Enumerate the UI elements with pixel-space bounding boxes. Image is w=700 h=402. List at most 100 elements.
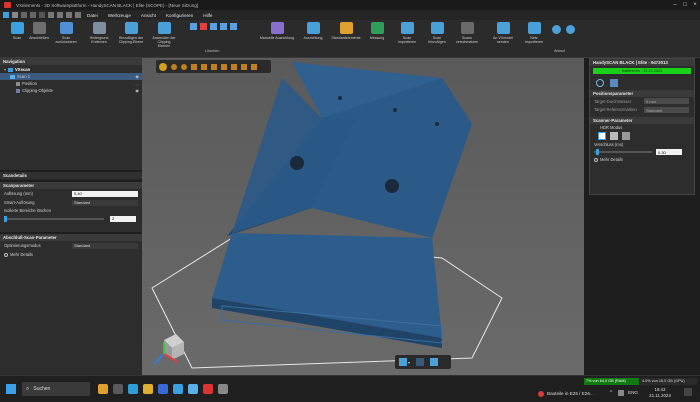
target-diameter-select[interactable]: 6 mm [644,98,689,104]
delete-tool-icon[interactable] [210,23,217,30]
view-icon[interactable] [399,358,407,366]
close-icon[interactable]: × [690,2,700,8]
vxelements-icon[interactable] [203,384,213,394]
resolution-input[interactable]: 0,40 [72,190,138,197]
radio-icon[interactable] [4,252,8,257]
app-icon[interactable] [173,384,183,394]
clock-time[interactable]: 18:43 [646,387,674,392]
shading-icon[interactable] [416,358,425,366]
clock-date[interactable]: 21.11.2023 [646,393,674,398]
holes-slider[interactable] [4,215,104,222]
save-icon[interactable] [12,12,18,18]
target-icon[interactable] [596,79,604,87]
manual-alignment-button[interactable]: Manuelle Ausrichtung [254,22,300,40]
measurement-button[interactable]: Messung [360,22,394,40]
tree-root[interactable]: ▾ VXscan [0,66,142,73]
delete-tool-icon[interactable] [220,23,227,30]
slider-handle[interactable] [4,215,7,222]
start-icon[interactable] [6,384,16,394]
toolbar-icon[interactable] [66,12,72,18]
delete-tool-icon[interactable] [190,23,197,30]
more-details-row[interactable]: Mehr Details [590,156,694,163]
search-box[interactable]: ⌕ Suchen [22,382,90,396]
toolbar-icon[interactable] [48,12,54,18]
add-scan-button[interactable]: Scan hinzufügen [420,22,454,44]
select-icon[interactable] [231,63,237,70]
select-icon[interactable] [211,63,217,70]
quick-access-icon[interactable] [3,12,9,18]
select-icon[interactable] [181,63,187,70]
apply-clipping-button[interactable]: Anwenden der Clipping Ebenen [147,22,181,49]
dropdown-icon[interactable] [39,12,45,18]
chevron-down-icon[interactable]: ▾ [408,360,410,365]
send-vxmodel-button[interactable]: An VXmodel senden [486,22,520,44]
notifications-icon[interactable] [684,388,692,396]
workflow-icon[interactable] [552,25,561,34]
target-ref-select[interactable]: Standard [644,107,689,113]
scanner-icon[interactable] [610,79,618,87]
delete-tool-icon[interactable] [200,23,207,30]
tray-chevron-icon[interactable]: ^ [610,390,612,396]
workflow-icon[interactable] [566,25,575,34]
hdr-mode-1-icon[interactable] [598,132,606,140]
menu-item-datei[interactable]: Datei [87,13,98,18]
calibration-status[interactable]: Kalibrieren - 21.11.2023 [593,68,691,74]
network-icon[interactable] [618,390,624,396]
select-icon[interactable] [251,63,257,70]
menu-item-hilfe[interactable]: Hilfe [203,13,212,18]
visibility-icon[interactable]: ◡ [135,81,139,86]
more-details-row[interactable]: Mehr Details [0,250,142,259]
select-icon[interactable] [241,63,247,70]
optimization-select[interactable]: Standard [72,242,138,249]
axis-cube-icon[interactable] [150,330,190,370]
notification-item[interactable]: Bauteile in E25 / E26... [538,388,608,399]
smart-resolution-select[interactable]: Standard [72,199,138,206]
select-icon[interactable] [159,62,167,71]
slider-handle[interactable] [596,149,599,155]
shutter-input[interactable]: 0.30 [656,149,682,155]
reset-scan-button[interactable]: Scan zurücksetzen [49,22,83,44]
merge-scans-button[interactable]: Scans verschmelzen [450,22,484,44]
toolbar-icon[interactable] [75,12,81,18]
task-view-icon[interactable] [113,384,123,394]
select-icon[interactable] [221,63,227,70]
language-indicator[interactable]: ENG [628,390,638,395]
menu-item-ansicht[interactable]: Ansicht [141,13,156,18]
maximize-icon[interactable]: □ [680,2,690,8]
hdr-mode-3-icon[interactable] [622,132,630,140]
scan-details-tab[interactable]: Scandetails [0,172,142,180]
add-clipping-plane-button[interactable]: Hinzufügen der Clipping-Ebene [114,22,148,44]
tree-item-position[interactable]: Position ◡ [0,80,142,87]
holes-input[interactable]: 2 [110,215,136,222]
3d-viewport[interactable]: ▾ [142,58,584,375]
eye-icon[interactable]: ◉ [135,88,139,93]
store-icon[interactable] [158,384,168,394]
undo-icon[interactable] [21,12,27,18]
widget-icon[interactable] [98,384,108,394]
texture-icon[interactable] [430,358,439,366]
menu-item-konfigurieren[interactable]: Konfigurieren [166,13,193,18]
minimize-icon[interactable]: – [670,2,680,8]
import-mesh-button[interactable]: Netz importieren [517,22,551,44]
import-scan-button[interactable]: Scan importieren [390,22,424,44]
select-icon[interactable] [171,63,177,70]
select-icon[interactable] [201,63,207,70]
remove-background-button[interactable]: Hintergrund Entfernen [82,22,116,44]
delete-tool-icon[interactable] [230,23,237,30]
radio-icon[interactable] [594,157,598,162]
app-icon[interactable] [218,384,228,394]
redo-icon[interactable] [30,12,36,18]
alignment-button[interactable]: Ausrichtung [296,22,330,40]
eye-icon[interactable]: ◉ [135,74,139,79]
app-icon[interactable] [188,384,198,394]
select-icon[interactable] [191,63,197,70]
menu-item-werkzeuge[interactable]: Werkzeuge [108,13,131,18]
explorer-icon[interactable] [143,384,153,394]
tree-item-scan1[interactable]: Scan 1 ◉ [0,73,142,80]
toolbar-icon[interactable] [57,12,63,18]
standard-elements-button[interactable]: Standardelemente [329,22,363,40]
shutter-slider[interactable] [594,149,652,155]
edge-icon[interactable] [128,384,138,394]
hdr-mode-2-icon[interactable] [610,132,618,140]
tree-item-clipping[interactable]: Clipping-Objekte ◉ [0,87,142,94]
